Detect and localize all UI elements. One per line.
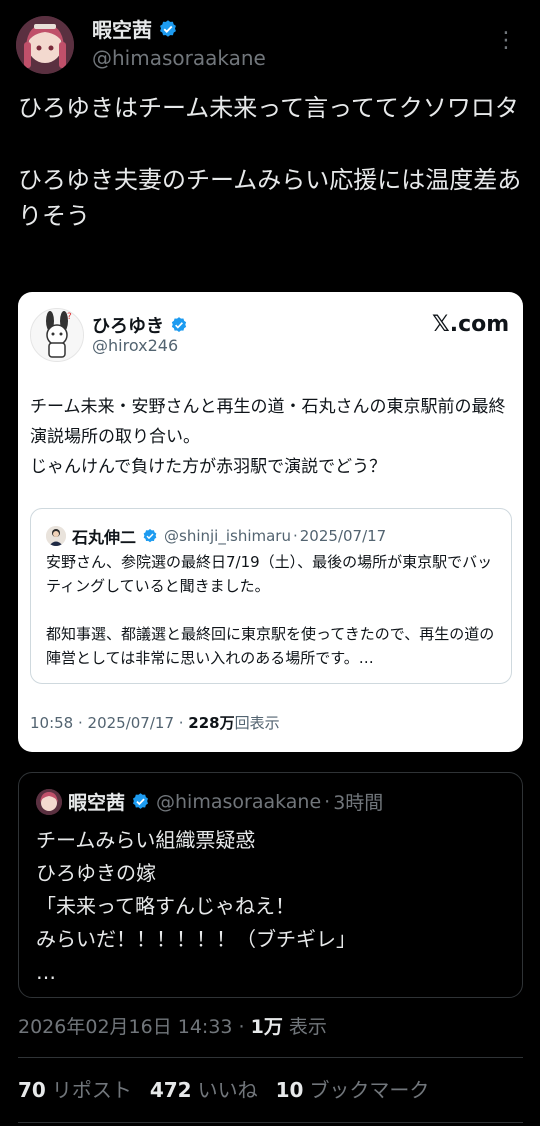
embedded-author-name[interactable]: ひろゆき xyxy=(92,312,164,338)
author-name-row[interactable]: 暇空茜 xyxy=(92,14,178,43)
quote-time: 3時間 xyxy=(333,792,384,814)
embedded-tweet-footer: 10:58 · 2025/07/17 · 228万回表示 xyxy=(30,712,280,733)
quote-author-name[interactable]: 暇空茜 xyxy=(68,788,125,815)
svg-text:?: ? xyxy=(67,312,72,322)
quoted-date: 2025/07/17 xyxy=(299,527,387,545)
embedded-views-count: 228万 xyxy=(188,714,235,732)
quoted-tweet-header: 石丸伸二 @shinji_ishimaru · 2025/07/17 xyxy=(46,524,386,548)
quoted-author-name[interactable]: 石丸伸二 xyxy=(72,524,136,548)
bookmarks-count: 10 xyxy=(275,1078,304,1102)
tweet-text: ひろゆきはチーム未来って言っててクソワロタ ひろゆき夫妻のチームみらい応援には温… xyxy=(18,94,522,230)
anime-girl-avatar-icon xyxy=(36,788,62,815)
embedded-author-handle[interactable]: @hirox246 xyxy=(92,336,178,355)
reposts-count: 70 xyxy=(18,1078,46,1102)
verified-badge-icon xyxy=(170,316,188,334)
author-handle[interactable]: @himasoraakane xyxy=(92,46,266,70)
author-avatar[interactable] xyxy=(16,16,74,74)
more-options-icon[interactable]: ⋮ xyxy=(495,28,518,53)
quote-tweet-text: チームみらい組織票疑惑 ひろゆきの嫁 「未来って略すんじゃねえ！ みらいだ！！！… xyxy=(36,828,356,984)
embedded-views-label: 回表示 xyxy=(234,714,280,732)
tweet-views-count: 1万 xyxy=(250,1016,283,1038)
separator-dot: · xyxy=(292,527,298,545)
quote-tweet-header: 暇空茜 @himasoraakane · 3時間 xyxy=(36,788,383,815)
verified-badge-icon xyxy=(142,528,158,544)
quoted-tweet-text: 安野さん、参院選の最終日7/19（土）、最後の場所が東京駅でバッティングしている… xyxy=(46,553,495,667)
likes-stat[interactable]: 472 いいね xyxy=(150,1074,258,1103)
anime-girl-avatar-icon xyxy=(16,16,74,74)
bookmarks-label: ブックマーク xyxy=(309,1078,430,1102)
quoted-author-handle[interactable]: @shinji_ishimaru xyxy=(164,527,291,545)
x-brand-logo[interactable]: 𝕏.com xyxy=(432,312,509,337)
tweet-timestamp[interactable]: 2026年02月16日 14:33 · xyxy=(18,1016,251,1038)
bookmarks-stat[interactable]: 10 ブックマーク xyxy=(276,1074,430,1103)
tweet-views-label: 表示 xyxy=(282,1016,327,1038)
embedded-timestamp: 10:58 · 2025/07/17 · xyxy=(30,714,189,732)
person-avatar-icon xyxy=(46,526,66,546)
divider xyxy=(18,1057,523,1058)
likes-count: 472 xyxy=(149,1078,192,1102)
quote-author-handle[interactable]: @himasoraakane xyxy=(156,791,321,813)
embedded-tweet-text: チーム未来・安野さんと再生の道・石丸さんの東京駅前の最終演説場所の取り合い。 じ… xyxy=(30,397,506,477)
embedded-author-avatar[interactable]: ? xyxy=(30,308,84,362)
rabbit-character-avatar-icon: ? xyxy=(31,309,83,361)
author-name[interactable]: 暇空茜 xyxy=(92,14,152,43)
quoted-author-avatar[interactable] xyxy=(46,526,66,546)
likes-label: いいね xyxy=(197,1078,258,1102)
verified-badge-icon xyxy=(131,792,150,811)
engagement-stats: 70 リポスト 472 いいね 10 ブックマーク xyxy=(18,1074,429,1103)
verified-badge-icon xyxy=(158,19,178,39)
reposts-label: リポスト xyxy=(51,1078,132,1102)
tweet-meta: 2026年02月16日 14:33 · 1万 表示 xyxy=(18,1012,327,1039)
embedded-author-row[interactable]: ひろゆき xyxy=(92,312,188,338)
separator-dot: · xyxy=(324,790,331,813)
reposts-stat[interactable]: 70 リポスト xyxy=(18,1074,132,1103)
quote-author-avatar[interactable] xyxy=(36,788,62,815)
divider xyxy=(18,1122,523,1123)
